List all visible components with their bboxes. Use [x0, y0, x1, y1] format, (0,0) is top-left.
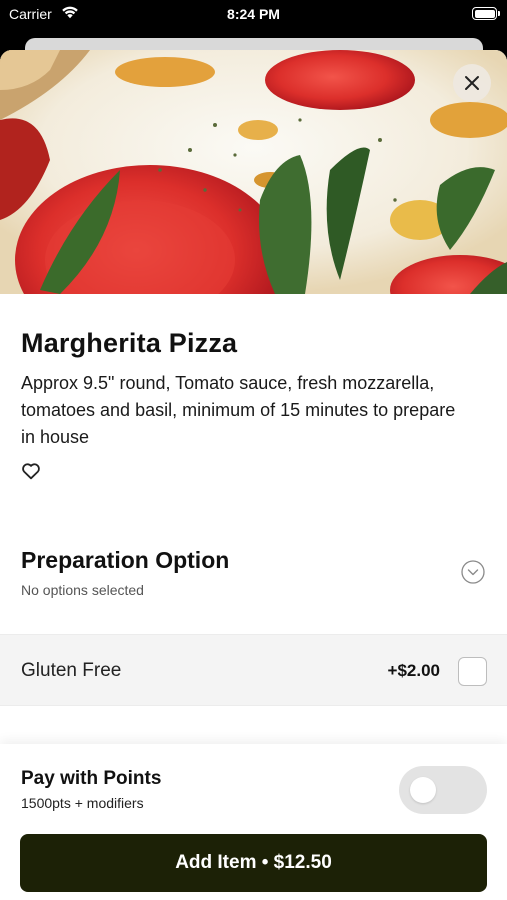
preparation-title: Preparation Option	[21, 547, 230, 573]
option-price: +$2.00	[387, 661, 440, 680]
close-button[interactable]	[453, 64, 491, 102]
option-label: Gluten Free	[21, 660, 122, 681]
option-checkbox[interactable]	[458, 657, 487, 686]
preparation-subtitle: No options selected	[21, 582, 144, 598]
heart-outline-icon[interactable]	[21, 462, 41, 480]
footer-panel: Pay with Points 1500pts + modifiers Add …	[0, 744, 507, 900]
item-image	[0, 50, 507, 294]
option-gluten-free[interactable]: Gluten Free +$2.00	[0, 634, 507, 706]
chevron-down-circle-icon[interactable]	[461, 560, 485, 584]
close-icon	[465, 76, 479, 90]
pay-with-points-title: Pay with Points	[21, 768, 162, 789]
clock: 8:24 PM	[227, 6, 280, 22]
item-detail-sheet: Margherita Pizza Approx 9.5" round, Toma…	[0, 50, 507, 900]
item-title: Margherita Pizza	[21, 328, 238, 358]
toggle-knob	[410, 777, 436, 803]
item-description: Approx 9.5" round, Tomato sauce, fresh m…	[21, 373, 456, 447]
pay-with-points-subtitle: 1500pts + modifiers	[21, 795, 144, 811]
status-bar: Carrier 8:24 PM	[0, 0, 507, 30]
add-item-button[interactable]: Add Item • $12.50	[20, 834, 487, 892]
battery-icon	[472, 7, 500, 20]
pay-with-points-toggle[interactable]	[399, 766, 487, 814]
